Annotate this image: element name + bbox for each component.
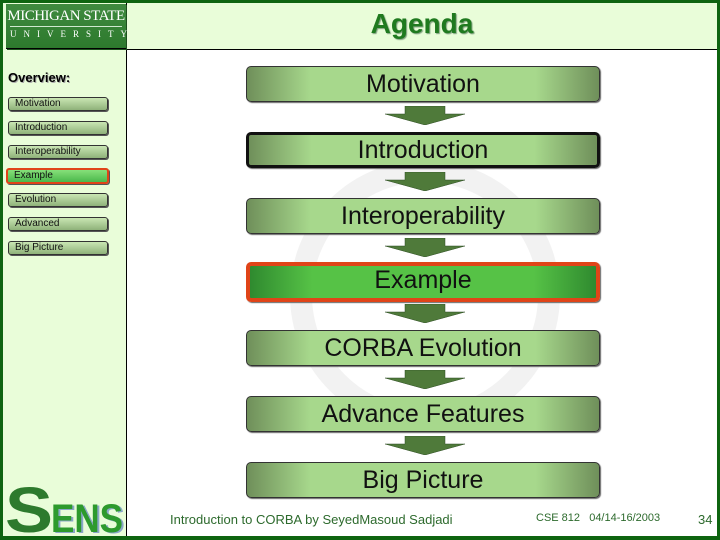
slide-title: Agenda bbox=[370, 8, 474, 39]
down-arrow-icon bbox=[385, 304, 465, 323]
flow-step-motivation[interactable]: Motivation bbox=[246, 66, 600, 102]
flow-step-introduction[interactable]: Introduction bbox=[246, 132, 600, 168]
overview-heading: Overview: bbox=[8, 70, 71, 85]
sidebar-item-big-picture[interactable]: Big Picture bbox=[8, 241, 108, 255]
logo-line2: UNIVERSITY bbox=[10, 29, 134, 39]
down-arrow-icon bbox=[385, 370, 465, 389]
sidebar-item-example[interactable]: Example bbox=[6, 168, 109, 184]
sidebar-item-introduction[interactable]: Introduction bbox=[8, 121, 108, 135]
logo-divider bbox=[10, 26, 122, 27]
flow-step-interoperability[interactable]: Interoperability bbox=[246, 198, 600, 234]
sidebar-item-advanced[interactable]: Advanced bbox=[8, 217, 108, 231]
down-arrow-icon bbox=[385, 238, 465, 257]
flow-step-advance-features[interactable]: Advance Features bbox=[246, 396, 600, 432]
msu-logo: MICHIGAN STATE UNIVERSITY bbox=[6, 4, 134, 49]
sens-logo: S ENS ENS bbox=[5, 478, 125, 534]
footer-course-title: Introduction to CORBA by SeyedMasoud Sad… bbox=[170, 512, 453, 527]
flow-step-big-picture[interactable]: Big Picture bbox=[246, 462, 600, 498]
logo-line1: MICHIGAN STATE bbox=[7, 8, 125, 24]
page-number: 34 bbox=[698, 512, 713, 527]
down-arrow-icon bbox=[385, 172, 465, 191]
svg-text:ENS: ENS bbox=[51, 497, 123, 534]
flow-step-example[interactable]: Example bbox=[246, 262, 600, 302]
footer-course-info: CSE 812 04/14-16/2003 bbox=[536, 512, 661, 524]
sidebar-item-evolution[interactable]: Evolution bbox=[8, 193, 108, 207]
down-arrow-icon bbox=[385, 436, 465, 455]
sidebar-item-interoperability[interactable]: Interoperability bbox=[8, 145, 108, 159]
svg-text:S: S bbox=[5, 478, 53, 534]
down-arrow-icon bbox=[385, 106, 465, 125]
sidebar-item-motivation[interactable]: Motivation bbox=[8, 97, 108, 111]
flow-step-corba-evolution[interactable]: CORBA Evolution bbox=[246, 330, 600, 366]
